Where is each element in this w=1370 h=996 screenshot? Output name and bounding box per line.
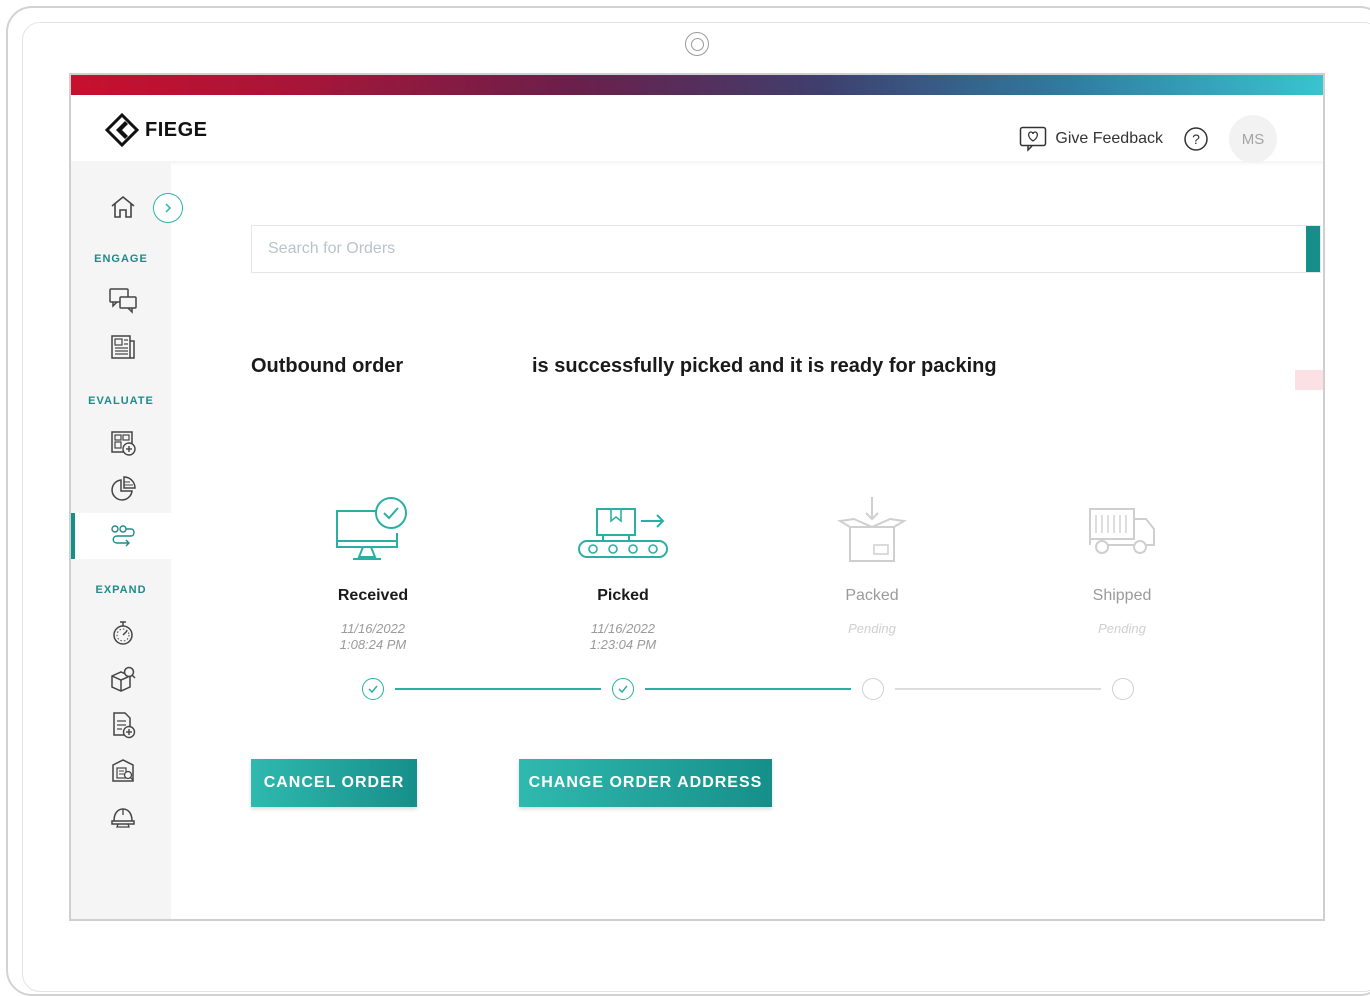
- header-actions: Give Feedback ? MS: [1019, 115, 1277, 163]
- step-picked-label: Picked: [597, 587, 649, 604]
- step-shipped-dot: [1112, 678, 1134, 700]
- feedback-label: Give Feedback: [1055, 130, 1163, 147]
- sidebar-item-package-search[interactable]: [107, 663, 139, 695]
- sidebar-expand-button[interactable]: [153, 193, 183, 223]
- step-picked-date: 11/16/2022 1:23:04 PM: [523, 621, 723, 653]
- help-icon[interactable]: ?: [1183, 126, 1209, 152]
- timeline-segment-1: [395, 688, 601, 690]
- order-message-suffix: is successfully picked and it is ready f…: [532, 355, 997, 377]
- step-picked-time-value: 1:23:04 PM: [589, 637, 657, 652]
- step-picked-check: [612, 678, 634, 700]
- sidebar-item-home[interactable]: [107, 191, 139, 223]
- newspaper-icon: [111, 335, 135, 359]
- sidebar-item-timer[interactable]: [107, 617, 139, 649]
- step-packed-dot: [862, 678, 884, 700]
- avatar-initials: MS: [1241, 130, 1265, 148]
- step-received-time-value: 1:08:24 PM: [339, 637, 407, 652]
- package-search-icon: [111, 666, 136, 692]
- step-received-check: [362, 678, 384, 700]
- timeline-segment-2: [645, 688, 851, 690]
- sidebar-item-analytics[interactable]: [107, 473, 139, 505]
- sidebar-section-expand: EXPAND: [95, 584, 147, 596]
- fiege-logo[interactable]: FIEGE: [105, 113, 208, 147]
- step-shipped-status: Pending: [1098, 621, 1146, 636]
- search-input[interactable]: [252, 226, 1308, 272]
- top-header: FIEGE Give Feedback ? MS: [71, 95, 1323, 163]
- step-received-date: 11/16/2022 1:08:24 PM: [273, 621, 473, 653]
- conveyor-icon: [578, 508, 668, 558]
- timeline-segment-3: [895, 688, 1101, 690]
- sidebar-item-chat[interactable]: [107, 285, 139, 317]
- catalog-icon: [112, 759, 134, 782]
- open-box-icon: [837, 497, 907, 562]
- sidebar-item-document-add[interactable]: [107, 709, 139, 741]
- order-search: [251, 225, 1321, 273]
- brand-gradient-bar: [71, 75, 1323, 95]
- check-icon: [618, 685, 628, 694]
- sidebar: ENGAGE EVALUATE EXPAND: [71, 161, 171, 919]
- sidebar-active-indicator: [71, 513, 75, 559]
- document-add-icon: [113, 712, 136, 739]
- hard-hat-icon: [111, 808, 135, 828]
- side-tab[interactable]: [1295, 370, 1323, 390]
- change-order-address-button[interactable]: CHANGE ORDER ADDRESS: [519, 759, 772, 807]
- step-picked-date-value: 11/16/2022: [590, 621, 656, 636]
- step-received: Received 11/16/2022 1:08:24 PM: [273, 493, 473, 653]
- sidebar-item-news[interactable]: [107, 331, 139, 363]
- truck-icon: [1089, 508, 1155, 554]
- sidebar-section-engage: ENGAGE: [94, 253, 148, 265]
- sidebar-item-flow[interactable]: [107, 520, 139, 552]
- step-shipped: Shipped Pending: [1022, 493, 1222, 637]
- step-packed-label: Packed: [845, 587, 899, 604]
- check-icon: [368, 685, 378, 694]
- search-accent-bar: [1306, 226, 1320, 272]
- sidebar-item-catalog[interactable]: [107, 755, 139, 787]
- pie-chart-icon: [111, 476, 136, 501]
- chat-bubbles-icon: [109, 288, 137, 314]
- give-feedback-button[interactable]: Give Feedback: [1019, 126, 1163, 152]
- logo-text: FIEGE: [145, 118, 208, 141]
- step-packed-status: Pending: [848, 621, 896, 636]
- step-shipped-label: Shipped: [1092, 587, 1152, 604]
- fiege-logo-icon: [105, 113, 139, 147]
- app-screen: FIEGE Give Feedback ? MS ENGAGE EVALUATE…: [69, 73, 1325, 921]
- stopwatch-icon: [113, 621, 133, 645]
- svg-text:?: ?: [1192, 131, 1200, 147]
- cancel-order-button[interactable]: CANCEL ORDER: [251, 759, 417, 807]
- monitor-check-icon: [336, 497, 407, 560]
- flow-icon: [111, 525, 135, 547]
- step-picked: Picked 11/16/2022 1:23:04 PM: [523, 493, 723, 653]
- sidebar-item-dashboard[interactable]: [107, 427, 139, 459]
- chevron-right-icon: [165, 203, 172, 213]
- sidebar-item-safety[interactable]: [107, 801, 139, 833]
- step-packed: Packed Pending: [772, 493, 972, 637]
- step-received-label: Received: [337, 587, 409, 604]
- order-message-prefix: Outbound order: [251, 355, 404, 377]
- sidebar-section-evaluate: EVALUATE: [88, 395, 154, 407]
- home-icon: [111, 195, 135, 218]
- user-avatar[interactable]: MS: [1229, 115, 1277, 163]
- dashboard-add-icon: [111, 431, 136, 456]
- step-received-date-value: 11/16/2022: [340, 621, 406, 636]
- camera-icon: [685, 32, 709, 56]
- feedback-heart-icon: [1020, 126, 1047, 152]
